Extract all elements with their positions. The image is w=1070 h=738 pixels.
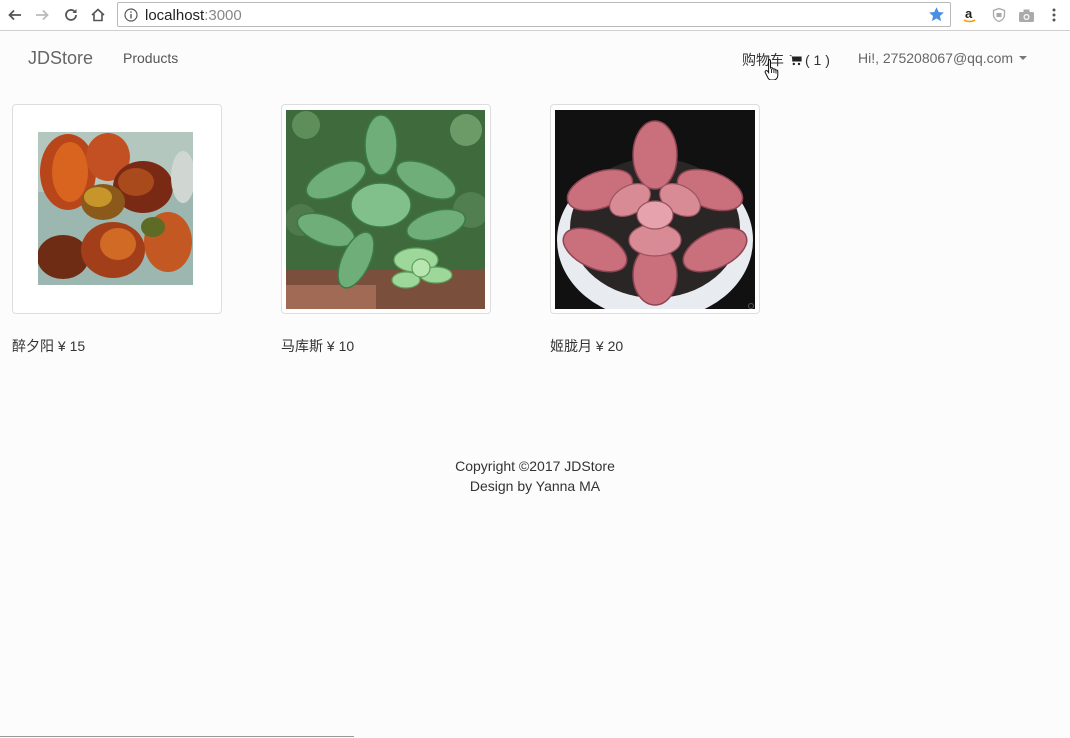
page-load-progress-line: [0, 736, 354, 737]
succulent-green-image: [286, 110, 485, 309]
product-caption[interactable]: 马库斯 ¥ 10: [281, 336, 354, 356]
url-text[interactable]: localhost:3000: [145, 7, 242, 24]
more-menu-icon[interactable]: [1044, 5, 1064, 25]
product-thumbnail-link[interactable]: [550, 104, 760, 314]
shield-extension-icon[interactable]: [989, 5, 1009, 25]
url-port: :3000: [204, 7, 242, 24]
home-icon[interactable]: [87, 4, 109, 26]
product-price: ¥ 15: [57, 338, 86, 354]
bookmark-star-icon[interactable]: [928, 6, 945, 28]
cart-link[interactable]: 购物车 ( 1 ): [742, 50, 830, 70]
hand-pointer-cursor-icon: [764, 58, 780, 85]
shopping-cart-icon: [789, 54, 802, 66]
cart-count: ( 1 ): [805, 52, 830, 68]
product-name: 醉夕阳: [12, 338, 54, 354]
site-navbar: JDStore Products 购物车 ( 1 ) Hi!, 27520806…: [0, 32, 1070, 84]
product-card: 姬胧月 ¥ 20: [550, 104, 760, 354]
info-icon[interactable]: [124, 8, 138, 27]
succulent-orange-image: [38, 132, 193, 285]
footer-design-credit: Design by Yanna MA: [469, 478, 601, 494]
product-thumbnail-link[interactable]: [281, 104, 491, 314]
product-caption[interactable]: 姬胧月 ¥ 20: [550, 336, 623, 356]
user-dropdown-toggle[interactable]: Hi!, 275208067@qq.com: [858, 50, 1028, 66]
back-arrow-icon[interactable]: [4, 4, 26, 26]
reload-icon[interactable]: [60, 4, 82, 26]
product-card: 马库斯 ¥ 10: [281, 104, 491, 354]
succulent-pink-image: [555, 110, 755, 309]
product-thumbnail-link[interactable]: [12, 104, 222, 314]
product-price: ¥ 20: [595, 338, 624, 354]
user-greeting: Hi!, 275208067@qq.com: [858, 50, 1014, 66]
product-name: 马库斯: [281, 338, 323, 354]
amazon-extension-icon[interactable]: a: [960, 5, 980, 25]
camera-extension-icon[interactable]: [1016, 5, 1036, 25]
brand-logo-link[interactable]: JDStore: [28, 48, 93, 69]
product-card: 醉夕阳 ¥ 15: [12, 104, 222, 354]
forward-arrow-icon[interactable]: [31, 4, 53, 26]
product-caption[interactable]: 醉夕阳 ¥ 15: [12, 336, 85, 356]
site-footer: Copyright ©2017 JDStore Design by Yanna …: [0, 456, 1070, 496]
product-price: ¥ 10: [326, 338, 355, 354]
browser-toolbar: localhost:3000 a: [0, 0, 1070, 31]
url-host: localhost: [145, 7, 205, 24]
product-name: 姬胧月: [550, 338, 592, 354]
footer-copyright: Copyright ©2017 JDStore: [455, 458, 615, 474]
svg-text:a: a: [965, 6, 973, 21]
products-nav-link[interactable]: Products: [123, 50, 178, 66]
caret-down-icon: [1019, 56, 1028, 60]
address-bar[interactable]: localhost:3000: [117, 2, 951, 27]
